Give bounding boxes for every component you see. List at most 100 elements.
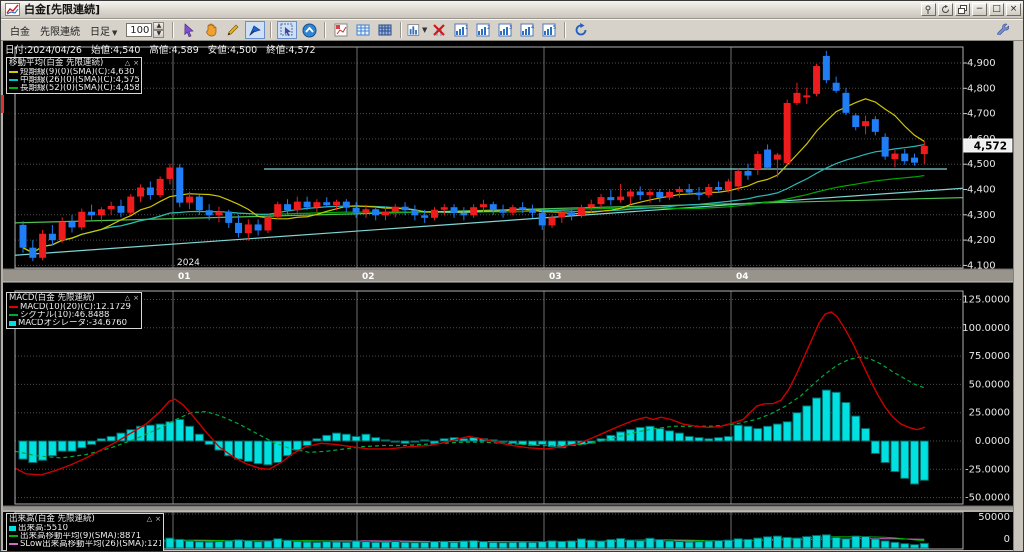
svg-text:50000: 50000 bbox=[978, 512, 1010, 523]
legend-row: SLow出来高移動平均(26)(SMA):12138 bbox=[9, 540, 161, 548]
pen-tool-button[interactable] bbox=[245, 21, 266, 39]
chevron-down-icon: ▼ bbox=[422, 26, 428, 34]
svg-text:-25.0000: -25.0000 bbox=[965, 464, 1010, 475]
legend-close-icon[interactable]: × bbox=[133, 59, 139, 67]
ma-legend: 移動平均(白金 先限連続) △ × 短期線(9)(0)(SMA)(C):4,630… bbox=[6, 57, 142, 94]
navigate-circle-icon bbox=[302, 23, 317, 37]
chart-type-button[interactable]: ▼ bbox=[407, 21, 427, 39]
wrench-icon bbox=[997, 23, 1010, 36]
sma-mid-label: 中期線(26)(0)(SMA)(C):4,575 bbox=[20, 76, 139, 84]
window-title: 白金[先限連続] bbox=[24, 2, 101, 16]
info-close: 終値:4,572 bbox=[266, 45, 316, 56]
symbol-label[interactable]: 白金 bbox=[10, 23, 30, 38]
svg-text:3: 3 bbox=[509, 25, 512, 31]
info-date: 日付:2024/04/26 bbox=[5, 45, 82, 56]
chevron-down-icon: ▼ bbox=[112, 28, 118, 37]
svg-text:4: 4 bbox=[531, 25, 534, 31]
grid-light-button[interactable] bbox=[353, 21, 373, 39]
panel-chart-2-icon: 2 bbox=[476, 23, 490, 37]
cursor-icon bbox=[184, 23, 195, 37]
volume-ma26-marker bbox=[9, 543, 18, 545]
svg-text:4,300: 4,300 bbox=[967, 210, 996, 221]
svg-text:04: 04 bbox=[736, 272, 749, 282]
cascade-windows-button[interactable] bbox=[955, 3, 970, 16]
legend-minimize-icon[interactable]: △ bbox=[125, 294, 130, 302]
oscillator-label: MACDオシレータ:-34.6760 bbox=[18, 319, 128, 327]
panel-5-button[interactable]: 5 bbox=[539, 21, 559, 39]
panel-1-button[interactable]: 1 bbox=[451, 21, 471, 39]
legend-minimize-icon[interactable]: △ bbox=[125, 59, 130, 67]
bars-count-spinner[interactable]: 100 ▲ ▼ bbox=[126, 22, 165, 38]
toolbar-separator bbox=[172, 22, 175, 38]
toolbar-separator bbox=[324, 22, 327, 38]
hand-tool-button[interactable] bbox=[201, 21, 221, 39]
grid-dark-button[interactable] bbox=[375, 21, 395, 39]
new-chart-icon bbox=[334, 23, 348, 37]
pin-button[interactable] bbox=[921, 3, 936, 16]
close-button[interactable]: × bbox=[1006, 3, 1021, 16]
svg-text:0: 0 bbox=[1004, 534, 1010, 545]
info-high: 高値:4,589 bbox=[149, 45, 199, 56]
reload-settings-button[interactable] bbox=[938, 3, 953, 16]
pencil-icon bbox=[227, 24, 239, 36]
pencil-tool-button[interactable] bbox=[223, 21, 243, 39]
timeframe-dropdown[interactable]: 日足 ▼ bbox=[90, 23, 117, 38]
svg-text:0.0000: 0.0000 bbox=[975, 436, 1010, 447]
spinner-arrows[interactable]: ▲ ▼ bbox=[153, 22, 165, 38]
legend-close-icon[interactable]: × bbox=[133, 294, 139, 302]
legend-row: MACDオシレータ:-34.6760 bbox=[9, 319, 139, 327]
svg-text:03: 03 bbox=[549, 272, 562, 282]
ohlc-info-bar: 日付:2024/04/26 始値:4,540 高値:4,589 安値:4,500 終値:… bbox=[5, 42, 325, 56]
spin-down-icon[interactable]: ▼ bbox=[153, 30, 165, 38]
svg-text:01: 01 bbox=[178, 272, 191, 282]
svg-text:100.0000: 100.0000 bbox=[962, 323, 1010, 334]
app-window: 白金[先限連続] − □ × 白金 先限連続 日足 ▼ 100 ▲ ▼ ▼ 1 … bbox=[0, 0, 1024, 552]
minimize-button[interactable]: − bbox=[972, 3, 987, 16]
window-frame-right bbox=[1013, 41, 1023, 551]
refresh-button[interactable] bbox=[571, 21, 591, 39]
cursor-tool-button[interactable] bbox=[179, 21, 199, 39]
legend-close-icon[interactable]: × bbox=[155, 515, 161, 523]
toolbar: 白金 先限連続 日足 ▼ 100 ▲ ▼ ▼ 1 2 3 4 5 bbox=[1, 19, 1023, 41]
pen-flag-icon bbox=[249, 25, 262, 36]
volume-marker bbox=[9, 525, 16, 531]
svg-text:25.0000: 25.0000 bbox=[969, 408, 1010, 419]
svg-text:50.0000: 50.0000 bbox=[969, 379, 1010, 390]
sma-long-label: 長期線(52)(0)(SMA)(C):4,458 bbox=[20, 84, 139, 92]
settings-wrench-button[interactable] bbox=[996, 22, 1010, 38]
sma-mid-marker bbox=[9, 79, 18, 81]
remove-indicator-button[interactable] bbox=[429, 21, 449, 39]
maximize-button[interactable]: □ bbox=[989, 3, 1004, 16]
panel-2-button[interactable]: 2 bbox=[473, 21, 493, 39]
legend-row: 長期線(52)(0)(SMA)(C):4,458 bbox=[9, 84, 139, 92]
crosshair-select-button[interactable] bbox=[277, 21, 298, 39]
macd-legend: MACD(白金 先限連続) △ × MACD(10)(20)(C):12.1729… bbox=[6, 292, 142, 329]
svg-text:4,800: 4,800 bbox=[967, 83, 996, 94]
svg-text:4,500: 4,500 bbox=[967, 159, 996, 170]
sma-short-label: 短期線(9)(0)(SMA)(C):4,630 bbox=[20, 68, 135, 76]
svg-text:02: 02 bbox=[362, 272, 375, 282]
toolbar-separator bbox=[400, 22, 403, 38]
series-label[interactable]: 先限連続 bbox=[40, 23, 80, 38]
svg-text:4,400: 4,400 bbox=[967, 185, 996, 196]
navigate-button[interactable] bbox=[299, 21, 319, 39]
svg-text:1: 1 bbox=[465, 25, 468, 31]
chart-canvas[interactable]: 4,9004,8004,7004,6004,5004,4004,3004,200… bbox=[1, 41, 1024, 552]
chart-client-area: 4,9004,8004,7004,6004,5004,4004,3004,200… bbox=[1, 41, 1024, 552]
spin-up-icon[interactable]: ▲ bbox=[153, 22, 165, 30]
bar-chart-icon bbox=[407, 24, 420, 36]
ma-legend-title: 移動平均(白金 先限連続) bbox=[9, 58, 104, 69]
legend-minimize-icon[interactable]: △ bbox=[147, 515, 152, 523]
oscillator-marker bbox=[9, 320, 16, 326]
info-open: 始値:4,540 bbox=[90, 45, 141, 56]
toolbar-separator bbox=[270, 22, 273, 38]
macd-legend-title: MACD(白金 先限連続) bbox=[9, 293, 95, 304]
panel-3-button[interactable]: 3 bbox=[495, 21, 515, 39]
bars-count-value[interactable]: 100 bbox=[126, 23, 153, 37]
pin-icon bbox=[925, 5, 931, 14]
signal-line-label: シグナル(10):46.8488 bbox=[20, 311, 110, 319]
new-chart-button[interactable] bbox=[331, 21, 351, 39]
panel-4-button[interactable]: 4 bbox=[517, 21, 537, 39]
grid-table-dark-icon bbox=[378, 24, 392, 36]
volume-legend-title: 出来高(白金 先限連続) bbox=[9, 514, 95, 525]
